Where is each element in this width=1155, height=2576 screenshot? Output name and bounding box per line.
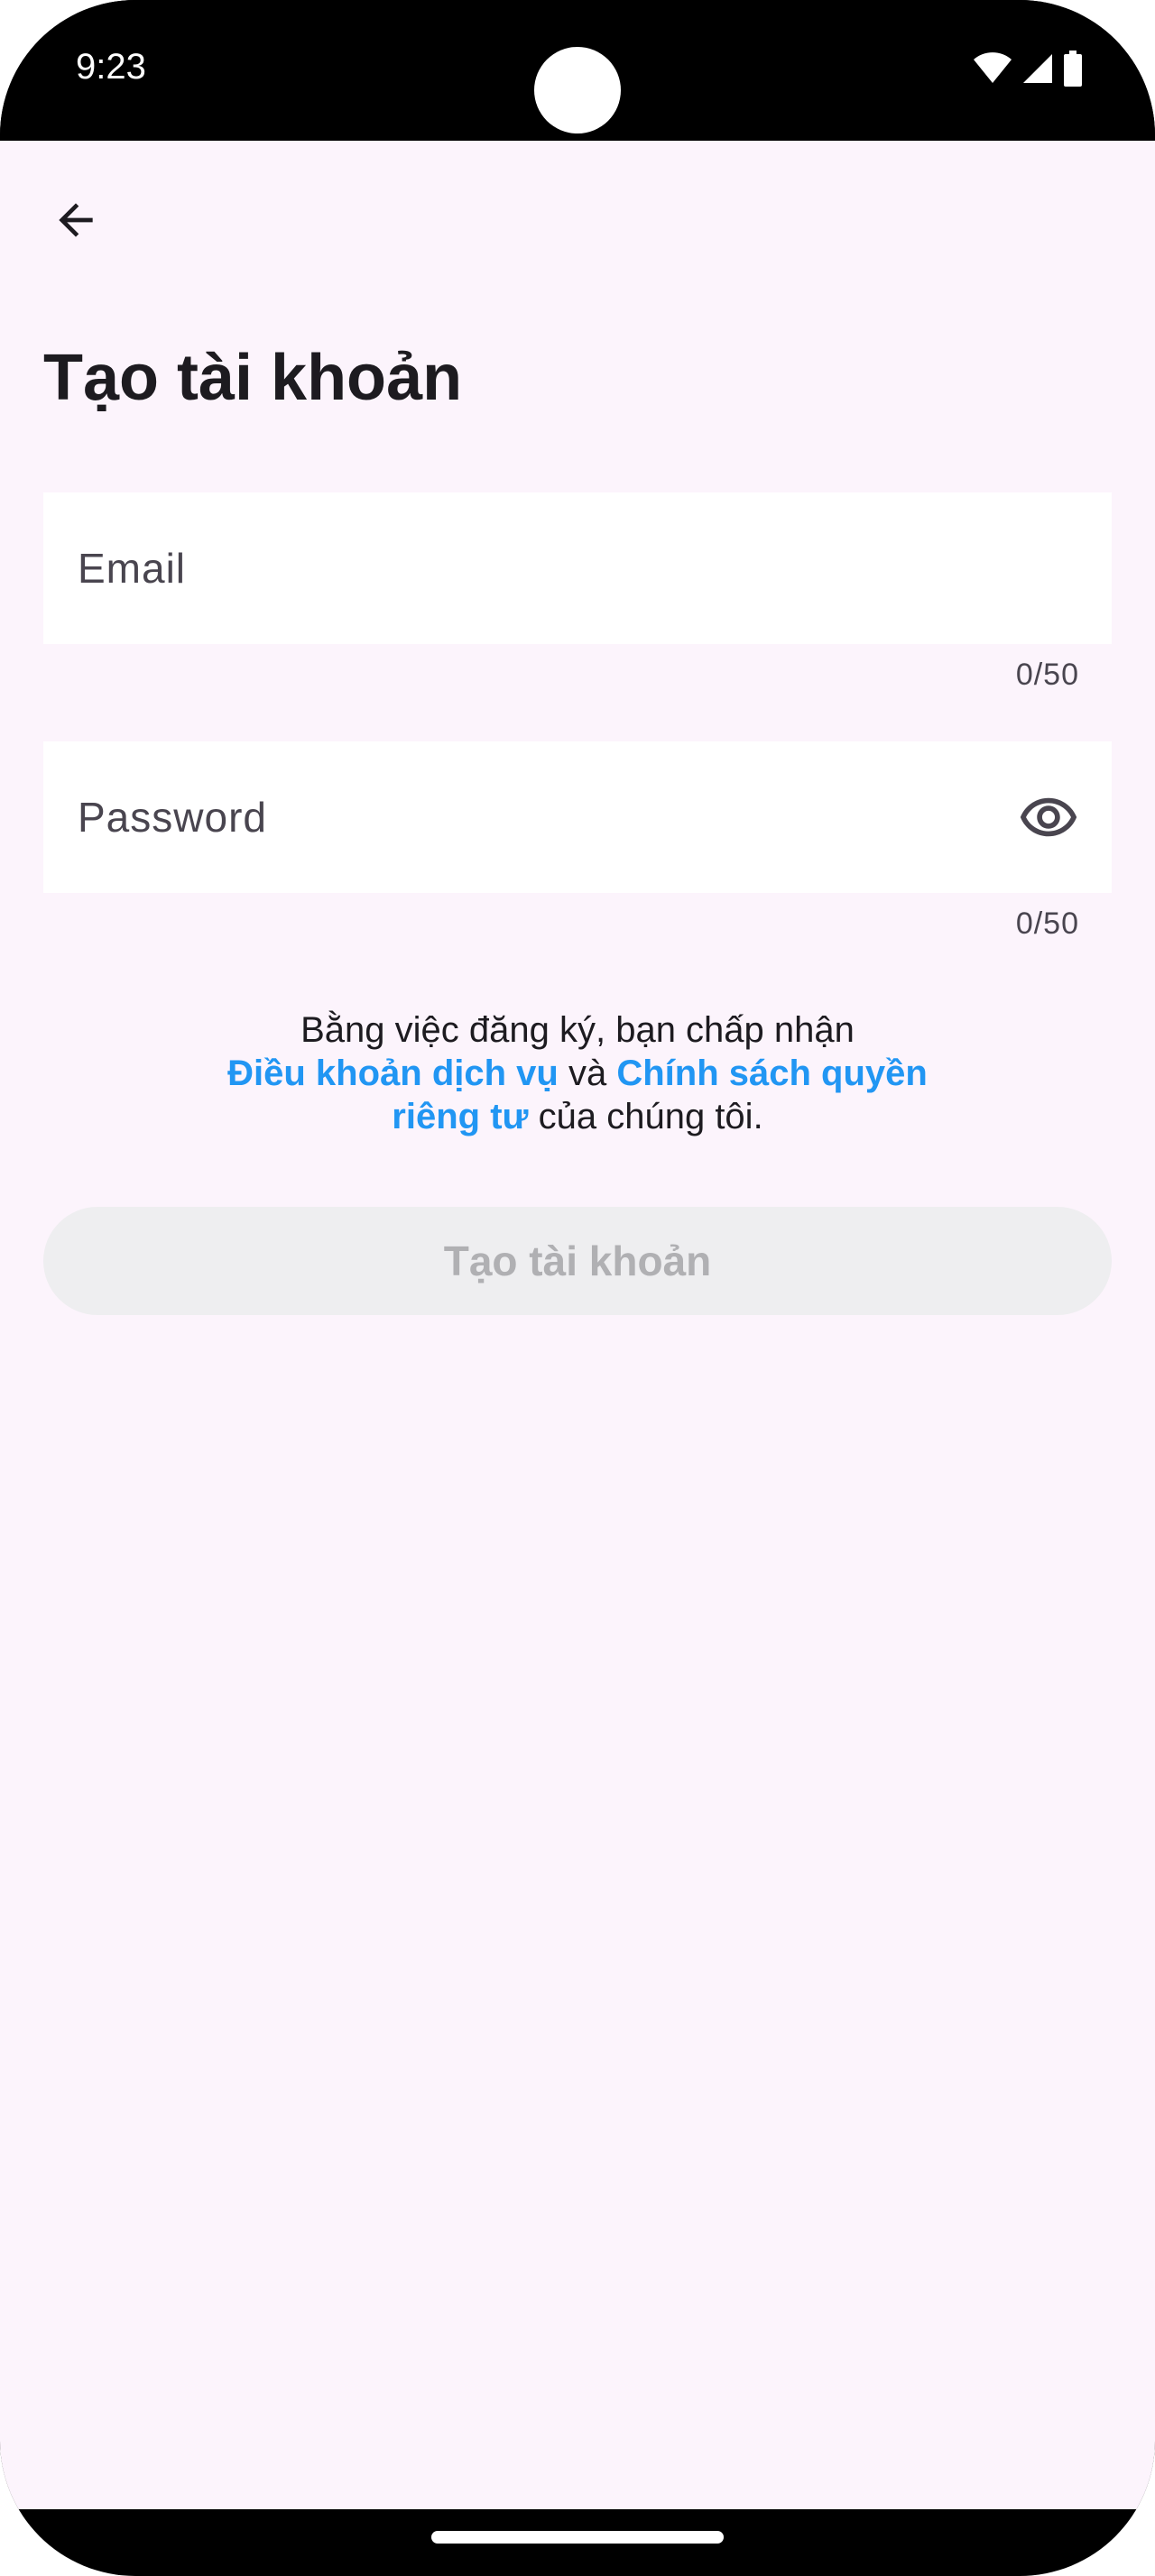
arrow-back-icon: [59, 203, 93, 237]
device-frame: 9:23 Tạo tài khoản 0/50: [0, 0, 1155, 2576]
create-account-button[interactable]: Tạo tài khoản: [43, 1207, 1112, 1315]
sign-up-screen: Tạo tài khoản 0/50 0/50 Bằng việc đăng k…: [0, 141, 1155, 2509]
status-time: 9:23: [76, 47, 146, 87]
terms-notice: Bằng việc đăng ký, bạn chấp nhận Điều kh…: [217, 1008, 938, 1138]
back-button[interactable]: [32, 177, 119, 263]
battery-icon: [1064, 51, 1082, 87]
cellular-signal-icon: [1023, 54, 1052, 83]
terms-prefix-text: Bằng việc đăng ký, bạn chấp nhận: [300, 1010, 855, 1050]
status-icons: [973, 51, 1083, 87]
terms-conjunction-text: và: [558, 1053, 617, 1093]
password-visibility-toggle[interactable]: [1012, 781, 1085, 853]
password-input[interactable]: [43, 741, 1112, 893]
password-field: [43, 741, 1112, 893]
terms-suffix-text: của chúng tôi.: [528, 1097, 763, 1136]
email-input[interactable]: [43, 492, 1112, 644]
email-char-counter: 0/50: [1015, 658, 1079, 692]
password-char-counter: 0/50: [1015, 906, 1079, 941]
eye-icon: [1020, 797, 1077, 837]
page-title: Tạo tài khoản: [43, 342, 463, 414]
terms-of-service-link[interactable]: Điều khoản dịch vụ: [227, 1053, 559, 1093]
home-indicator[interactable]: [431, 2531, 724, 2544]
status-bar: 9:23: [0, 0, 1155, 141]
email-field: [43, 492, 1112, 644]
camera-cutout: [534, 47, 621, 133]
wifi-icon: [974, 52, 1012, 83]
